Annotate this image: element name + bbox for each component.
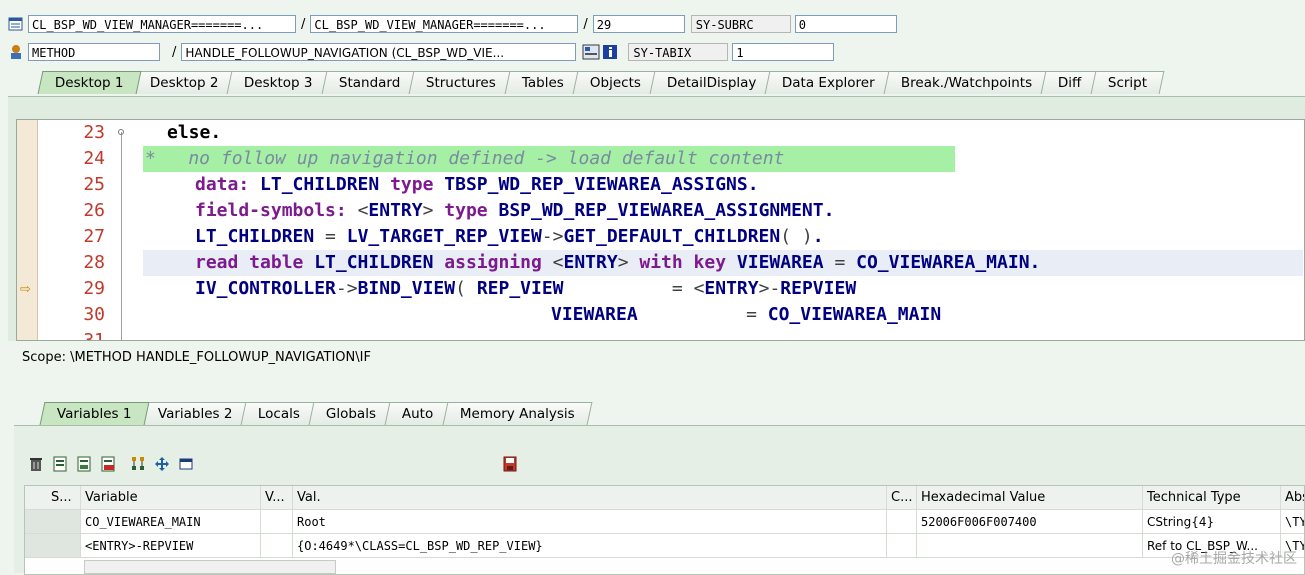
info-icon[interactable] [602,44,618,60]
program-field[interactable]: CL_BSP_WD_VIEW_MANAGER=======... [28,15,296,33]
abs-cell: \TY [1281,510,1304,534]
tab-desktop-3[interactable]: Desktop 3 [226,71,331,94]
variables-toolbar [28,456,520,474]
column-header[interactable]: Variable [81,486,261,510]
variables-panel: S... Variable V... Val. C... Hexadecimal… [14,425,1305,575]
line-number: 26 [83,200,105,221]
header-row-2: METHOD / HANDLE_FOLLOWUP_NAVIGATION (CL_… [8,41,835,63]
code-line: 25 data: LT_CHILDREN type TBSP_WD_REP_VI… [17,172,1304,198]
column-header[interactable]: Hexadecimal Value [917,486,1143,510]
event-name-field[interactable]: HANDLE_FOLLOWUP_NAVIGATION (CL_BSP_WD_VI… [181,43,577,61]
variable-cell[interactable]: CO_VIEWAREA_MAIN [81,510,261,534]
source-panel: 23 else. 24 * no follow up navigation de… [8,96,1305,341]
insert-row-icon[interactable] [76,456,94,474]
column-header[interactable]: Technical Type [1143,486,1281,510]
v-cell [261,510,293,534]
sy-tabix-label: SY-TABIX [628,43,729,61]
tab-data-explorer[interactable]: Data Explorer [765,71,893,94]
separator: / [301,16,306,32]
tab-structures[interactable]: Structures [408,71,514,94]
c-cell [887,534,917,558]
execution-arrow-icon: ⇨ [20,282,31,297]
table-view-icon[interactable] [52,456,70,474]
variable-cell[interactable]: <ENTRY>-REPVIEW [81,534,261,558]
grid-header-row: S... Variable V... Val. C... Hexadecimal… [25,486,1304,510]
column-header[interactable]: V... [261,486,293,510]
code-line: 23 else. [17,120,1304,146]
line-field[interactable]: 29 [592,15,685,33]
sy-tabix-value[interactable]: 1 [732,43,835,61]
code-line-current: 28 read table LT_CHILDREN assigning <ENT… [17,250,1304,276]
code-line: 24 * no follow up navigation defined -> … [17,146,1304,172]
row-selector[interactable] [25,534,81,558]
column-header[interactable]: S... [25,486,81,510]
scope-label: Scope: \METHOD HANDLE_FOLLOWUP_NAVIGATIO… [22,350,371,365]
hierarchy-icon[interactable] [130,456,148,474]
tab-variables-2[interactable]: Variables 2 [140,402,250,425]
row-selector[interactable] [25,510,81,534]
value-cell[interactable]: Root [293,510,887,534]
code-line: 27 LT_CHILDREN = LV_TARGET_REP_VIEW->GET… [17,224,1304,250]
tab-globals[interactable]: Globals [308,402,394,425]
include-field[interactable]: CL_BSP_WD_VIEW_MANAGER=======... [310,15,579,33]
program-icon [8,16,24,32]
separator: / [583,16,588,32]
tab-desktop-1[interactable]: Desktop 1 [37,71,142,94]
tab-detaildisplay[interactable]: DetailDisplay [649,71,774,94]
value-cell[interactable]: {O:4649*\CLASS=CL_BSP_WD_REP_VIEW} [293,534,887,558]
c-cell [887,510,917,534]
display-icon[interactable] [178,456,196,474]
column-header[interactable]: Abs [1281,486,1304,510]
method-icon [8,44,24,60]
sy-subrc-label: SY-SUBRC [690,15,791,33]
tab-script[interactable]: Script [1090,71,1165,94]
code-line: 26 field-symbols: <ENTRY> type BSP_WD_RE… [17,198,1304,224]
code-line: 31 [17,328,1304,341]
tab-desktop-2[interactable]: Desktop 2 [132,71,236,94]
line-number: 25 [83,174,105,195]
hex-cell: 52006F006F007400 [917,510,1143,534]
tab-standard[interactable]: Standard [321,71,418,94]
tab-tables[interactable]: Tables [504,71,582,94]
line-number: 23 [83,122,105,143]
column-header[interactable]: C... [887,486,917,510]
line-number: 28 [83,252,105,273]
source-editor[interactable]: 23 else. 24 * no follow up navigation de… [16,119,1305,341]
header-row-1: CL_BSP_WD_VIEW_MANAGER=======... / CL_BS… [8,13,897,35]
tab-variables-1[interactable]: Variables 1 [39,402,150,425]
line-number: 27 [83,226,105,247]
tab-objects[interactable]: Objects [572,71,659,94]
watermark: @稀土掘金技术社区 [1171,551,1297,567]
tab-breakpoints[interactable]: Break./Watchpoints [883,71,1050,94]
delete-icon[interactable] [28,456,46,474]
line-number: 29 [83,278,105,299]
tab-locals[interactable]: Locals [240,402,318,425]
tab-auto[interactable]: Auto [384,402,452,425]
sy-subrc-value[interactable]: 0 [794,15,897,33]
type-cell: CString{4} [1143,510,1281,534]
delete-row-icon[interactable] [100,456,118,474]
tab-memory-analysis[interactable]: Memory Analysis [442,402,592,425]
line-number: 30 [83,304,105,325]
code-line-execution: ⇨ 29 IV_CONTROLLER->BIND_VIEW( REP_VIEW … [17,276,1304,302]
navigate-arrows-icon[interactable] [154,456,172,474]
event-type-field[interactable]: METHOD [28,43,160,61]
table-row[interactable]: CO_VIEWAREA_MAIN Root 52006F006F007400 C… [25,510,1304,534]
navigate-icon[interactable] [582,44,600,60]
column-header[interactable]: Val. [293,486,887,510]
v-cell [261,534,293,558]
line-number: 24 [83,148,105,169]
desktop-tabs: Desktop 1 Desktop 2 Desktop 3 Standard S… [37,71,1165,94]
hex-cell [917,534,1143,558]
variables-tabs: Variables 1 Variables 2 Locals Globals A… [39,402,592,425]
separator: / [172,44,177,60]
table-row[interactable]: <ENTRY>-REPVIEW {O:4649*\CLASS=CL_BSP_WD… [25,534,1304,558]
code-line: 30 VIEWAREA = CO_VIEWAREA_MAIN [17,302,1304,328]
line-number: 31 [83,330,105,341]
save-icon[interactable] [502,456,520,474]
